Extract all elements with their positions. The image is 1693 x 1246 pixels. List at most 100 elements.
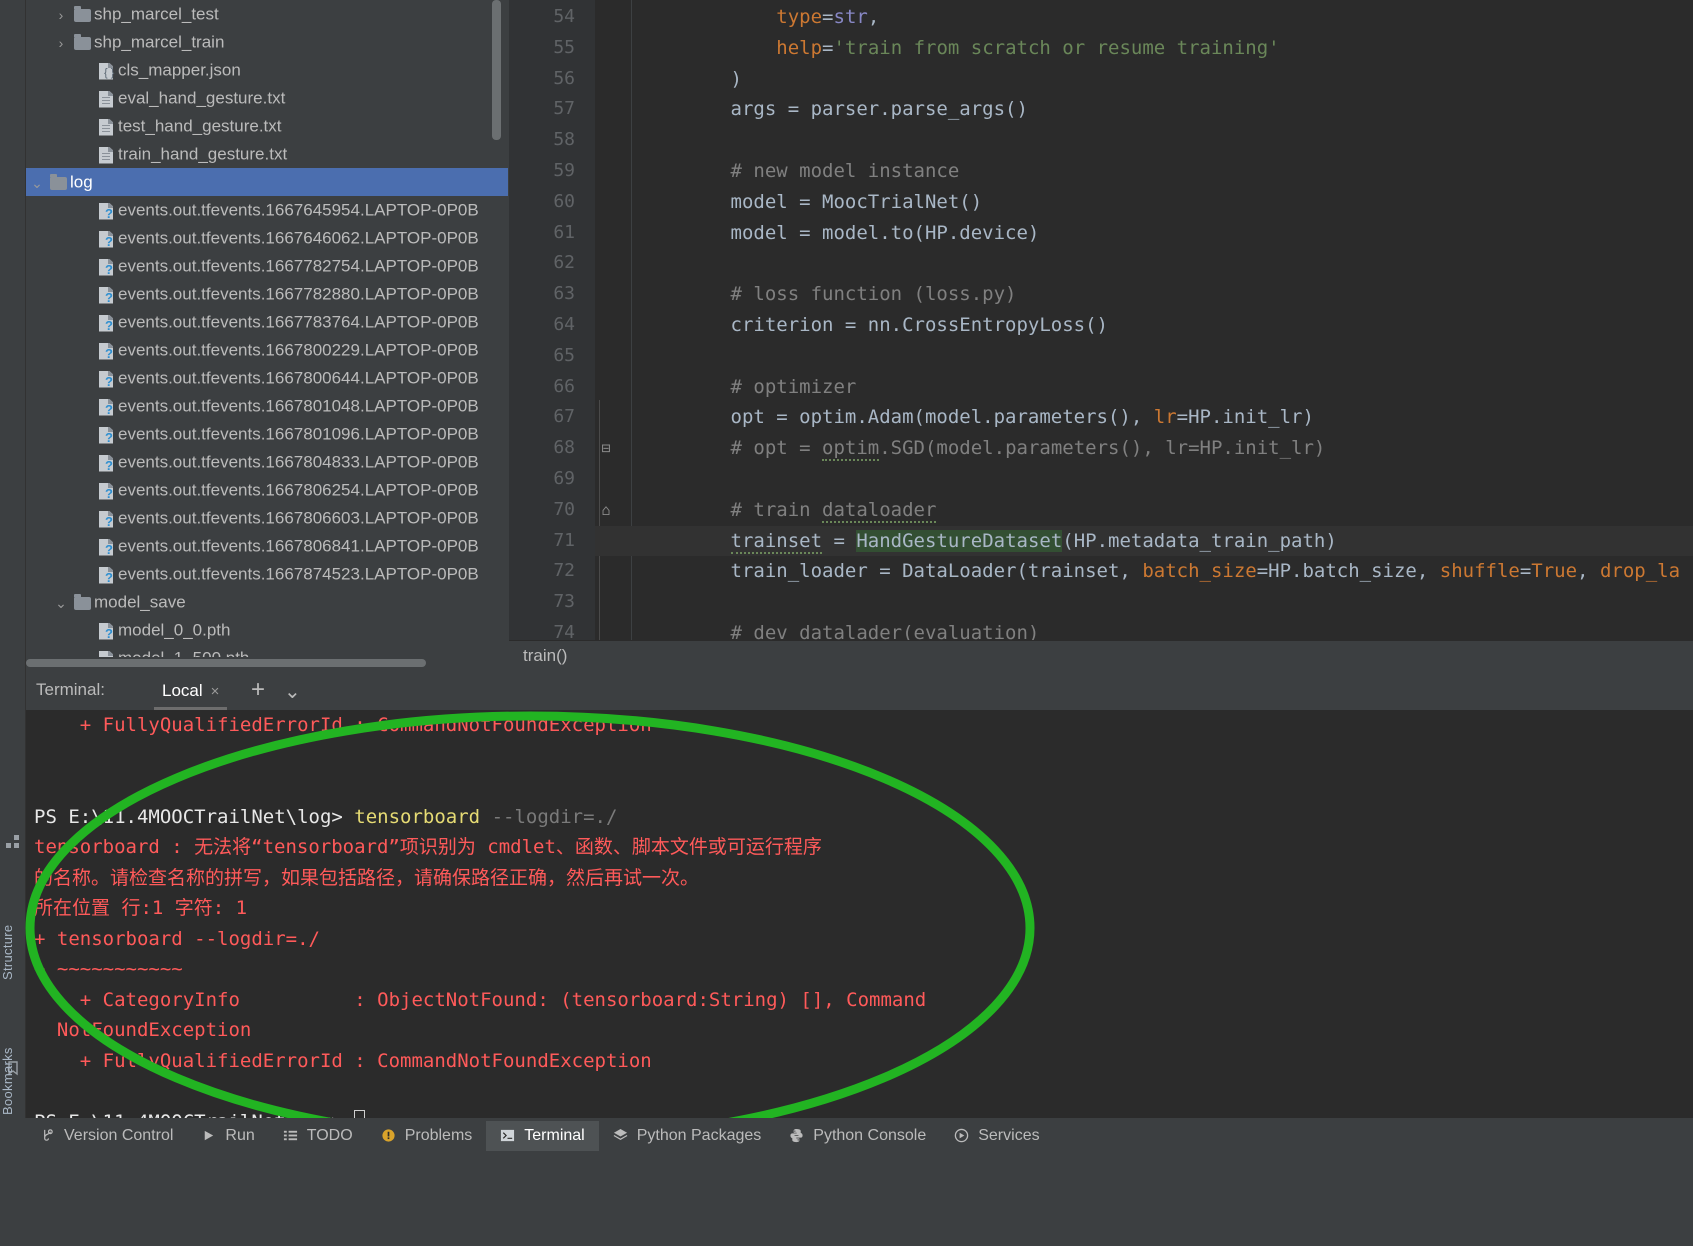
code-line[interactable]: 57 args = parser.parse_args() [509,94,1693,125]
play-icon [201,1128,218,1145]
structure-icon[interactable] [5,834,21,850]
code-text: # new model instance [639,159,960,182]
tree-item[interactable]: test_hand_gesture.txt [26,112,508,140]
tree-item[interactable]: ? events.out.tfevents.1667646062.LAPTOP-0… [26,224,508,252]
new-terminal-icon[interactable]: + [251,676,265,704]
code-line[interactable]: 66 # optimizer [509,372,1693,403]
tree-item[interactable]: ? events.out.tfevents.1667645954.LAPTOP-0… [26,196,508,224]
fold-region-icon[interactable]: ⌂ [597,495,615,526]
code-line[interactable]: 62 [509,248,1693,279]
status-bar-item-terminal[interactable]: Terminal [486,1121,599,1151]
tree-item[interactable]: ? events.out.tfevents.1667806603.LAPTOP-0… [26,504,508,532]
terminal-line: + CategoryInfo : ObjectNotFound: (tensor… [34,988,927,1011]
status-bar-item-version-control[interactable]: Version Control [26,1121,187,1151]
unknown-file-icon: ? [96,341,118,361]
chevron-right-icon[interactable]: › [50,29,72,57]
tree-item-label: events.out.tfevents.1667645954.LAPTOP-0P… [118,200,479,220]
code-line[interactable]: 60 model = MoocTrialNet() [509,187,1693,218]
tree-item[interactable]: ⌄ model_save [26,588,508,616]
tree-item-label: events.out.tfevents.1667806254.LAPTOP-0P… [118,480,479,500]
unknown-file-icon: ? [96,509,118,529]
code-line[interactable]: 58 [509,125,1693,156]
code-line[interactable]: 68 ⊟ # opt = optim.SGD(model.parameters()… [509,433,1693,464]
code-line[interactable]: 54 type=str, [509,2,1693,33]
tree-item-label: log [70,172,93,192]
project-tree-horizontal-scrollbar[interactable] [26,657,508,668]
code-line[interactable]: 65 [509,341,1693,372]
left-tool-stripe: Structure Bookmarks [0,0,26,1246]
code-text: # opt = optim.SGD(model.parameters(), lr… [639,437,1326,462]
tree-item[interactable]: ? events.out.tfevents.1667804833.LAPTOP-0… [26,448,508,476]
chevron-down-icon[interactable]: ⌄ [284,678,301,706]
code-line[interactable]: 67 opt = optim.Adam(model.parameters(), … [509,402,1693,433]
tree-item[interactable]: ? events.out.tfevents.1667874523.LAPTOP-0… [26,560,508,588]
tool-stripe-structure[interactable]: Structure [0,870,26,980]
terminal-tab-local[interactable]: Local × [154,677,228,710]
text-file-icon [96,117,118,137]
tree-item-label: model_save [94,592,186,612]
branch-icon [40,1128,57,1145]
code-line[interactable]: 56 ) [509,64,1693,95]
tree-item[interactable]: ? events.out.tfevents.1667800229.LAPTOP-0… [26,336,508,364]
project-tree[interactable]: › shp_marcel_test › shp_marcel_train { } cls_… [26,0,508,670]
tree-item-label: eval_hand_gesture.txt [118,88,286,108]
line-number: 68 [553,437,575,459]
close-icon[interactable]: × [211,683,220,700]
tree-item[interactable]: train_hand_gesture.txt [26,140,508,168]
code-line[interactable]: 69 [509,464,1693,495]
code-line[interactable]: 74 # dev datalader(evaluation) [509,618,1693,640]
chevron-down-icon[interactable]: ⌄ [26,169,48,197]
chevron-down-icon[interactable]: ⌄ [50,589,72,617]
tree-item[interactable]: { } cls_mapper.json [26,56,508,84]
tree-item[interactable]: ? events.out.tfevents.1667806254.LAPTOP-0… [26,476,508,504]
tree-item[interactable]: eval_hand_gesture.txt [26,84,508,112]
line-number: 73 [553,591,575,613]
terminal-header: Terminal: Local × + ⌄ [26,672,1693,710]
code-line[interactable]: 55 help='train from scratch or resume tr… [509,33,1693,64]
code-line[interactable]: 70 ⌂ # train dataloader [509,495,1693,526]
tree-item[interactable]: ? events.out.tfevents.1667800644.LAPTOP-0… [26,364,508,392]
tree-item[interactable]: ? events.out.tfevents.1667782754.LAPTOP-0… [26,252,508,280]
tree-item[interactable]: ? events.out.tfevents.1667783764.LAPTOP-0… [26,308,508,336]
line-number: 55 [553,36,575,58]
project-tree-vertical-scrollbar[interactable] [492,0,501,140]
tree-item-label: shp_marcel_test [94,4,219,24]
editor-breadcrumb[interactable]: train() [509,640,1693,670]
code-text: type=str, [776,6,880,28]
tree-item[interactable]: › shp_marcel_train [26,28,508,56]
code-line[interactable]: 71 trainset = HandGestureDataset(HP.meta… [509,525,1693,557]
tree-item[interactable]: ⌄ log [26,168,508,196]
tree-item[interactable]: ? events.out.tfevents.1667801048.LAPTOP-0… [26,392,508,420]
code-line[interactable]: 72 train_loader = DataLoader(trainset, b… [509,556,1693,587]
status-bar-item-run[interactable]: Run [187,1121,268,1151]
tree-item[interactable]: ? events.out.tfevents.1667801096.LAPTOP-0… [26,420,508,448]
status-bar-item-problems[interactable]: Problems [367,1121,487,1151]
stripe-bottom-filler [0,1118,26,1154]
tree-item[interactable]: ? events.out.tfevents.1667782880.LAPTOP-0… [26,280,508,308]
status-bar-item-services[interactable]: Services [940,1121,1053,1151]
terminal-line: tensorboard : 无法将“tensorboard”项识别为 cmdle… [34,836,822,858]
code-line[interactable]: 64 criterion = nn.CrossEntropyLoss() [509,310,1693,341]
line-number: 63 [553,283,575,305]
status-bar-item-python-console[interactable]: Python Console [775,1121,940,1151]
code-editor[interactable]: 54 type=str, 55 help='train from scratch … [509,0,1693,640]
fold-collapse-icon[interactable]: ⊟ [597,433,615,464]
tool-stripe-bookmarks[interactable]: Bookmarks [0,990,26,1115]
chevron-right-icon[interactable]: › [50,1,72,29]
code-line[interactable]: 63 # loss function (loss.py) [509,279,1693,310]
terminal-line: PS E:\11.4MOOCTrailNet\log> [26,1107,1693,1118]
status-bar-item-todo[interactable]: TODO [269,1121,367,1151]
tree-item[interactable]: › shp_marcel_test [26,0,508,28]
code-text: args = parser.parse_args() [639,98,1028,121]
tree-item[interactable]: ? events.out.tfevents.1667806841.LAPTOP-0… [26,532,508,560]
code-line[interactable]: 73 [509,587,1693,618]
status-bar-item-python-packages[interactable]: Python Packages [599,1121,776,1151]
code-line[interactable]: 59 # new model instance [509,156,1693,187]
unknown-file-icon: ? [96,537,118,557]
terminal-output[interactable]: + FullyQualifiedErrorId : CommandNotFoun… [26,710,1693,1118]
tree-item[interactable]: ? model_0_0.pth [26,616,508,644]
tree-item-label: shp_marcel_train [94,32,225,52]
code-line[interactable]: 61 model = model.to(HP.device) [509,218,1693,249]
